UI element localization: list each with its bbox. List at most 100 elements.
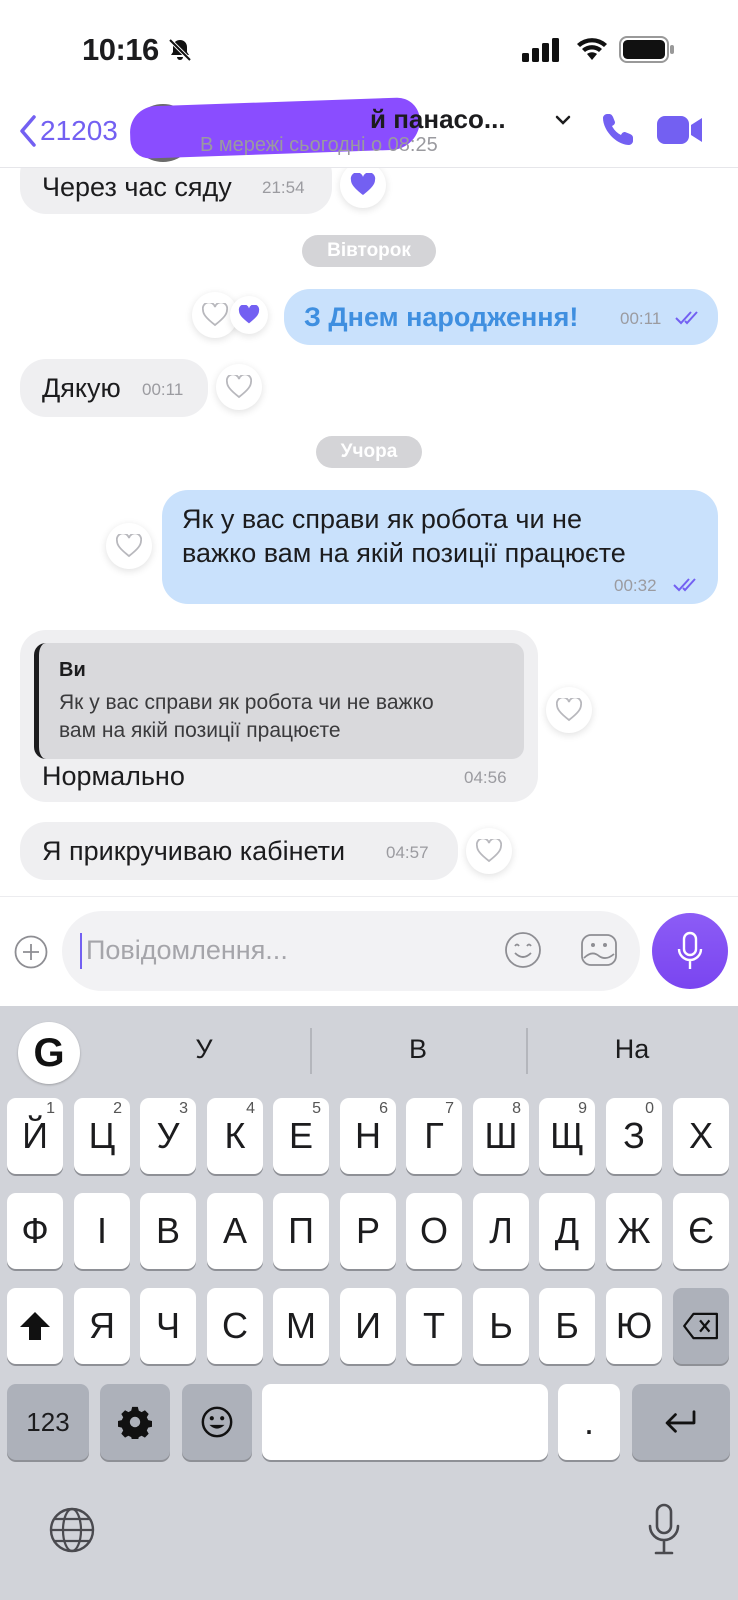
chevron-down-icon[interactable] <box>554 114 572 126</box>
numbers-key[interactable]: 123 <box>7 1384 89 1460</box>
back-button[interactable]: 21203 <box>18 112 118 150</box>
read-ticks-icon <box>673 578 696 592</box>
reaction-button[interactable] <box>546 687 592 733</box>
key-row2[interactable]: О <box>406 1193 462 1269</box>
key-number-hint: 5 <box>312 1100 321 1117</box>
key-label: Х <box>688 1115 713 1156</box>
outgoing-message[interactable]: Як у вас справи як робота чи не важко ва… <box>162 490 718 604</box>
reaction-button[interactable] <box>340 168 386 208</box>
gboard-g-icon[interactable]: G <box>18 1022 80 1084</box>
reaction-button[interactable] <box>216 364 262 410</box>
backspace-key[interactable] <box>673 1288 729 1364</box>
key-row1[interactable]: У3 <box>140 1098 196 1174</box>
settings-key[interactable] <box>100 1384 170 1460</box>
emoji-icon[interactable] <box>504 931 542 969</box>
message-text: Я прикручиваю кабінети <box>42 836 346 866</box>
period-key[interactable]: . <box>558 1384 620 1460</box>
suggestion-divider <box>526 1028 528 1074</box>
key-row1[interactable]: Ш8 <box>473 1098 529 1174</box>
heart-outline-icon <box>476 839 502 863</box>
key-row3[interactable]: С <box>207 1288 263 1364</box>
status-time: 10:16 <box>82 32 159 67</box>
heart-outline-icon <box>116 534 142 558</box>
key-row2[interactable]: І <box>74 1193 130 1269</box>
key-row1[interactable]: Н6 <box>340 1098 396 1174</box>
message-time: 21:54 <box>262 178 305 197</box>
globe-icon[interactable] <box>48 1506 96 1554</box>
key-row3[interactable]: Ю <box>606 1288 662 1364</box>
key-row2[interactable]: В <box>140 1193 196 1269</box>
key-row2[interactable]: Л <box>473 1193 529 1269</box>
suggestion-2[interactable]: В <box>358 1034 478 1065</box>
sticker-icon[interactable] <box>580 931 618 969</box>
key-row1[interactable]: Щ9 <box>539 1098 595 1174</box>
key-row3[interactable]: Т <box>406 1288 462 1364</box>
space-key[interactable] <box>262 1384 548 1460</box>
heart-outline-icon <box>226 375 252 399</box>
wifi-icon <box>577 38 607 60</box>
key-row3[interactable]: И <box>340 1288 396 1364</box>
key-row2[interactable]: А <box>207 1193 263 1269</box>
message-text: Через час сяду <box>42 172 232 202</box>
key-row1[interactable]: З0 <box>606 1098 662 1174</box>
voice-message-button[interactable] <box>652 913 728 989</box>
message-text-line: важко вам на якій позиції працюєте <box>182 538 626 568</box>
contact-name[interactable]: й панасо... <box>370 104 506 135</box>
keyboard: G У В На Й1 Ц2 У3 К4 Е5 Н6 Г7 Ш8 Щ9 З0 Х… <box>0 1006 738 1600</box>
shift-key[interactable] <box>7 1288 63 1364</box>
key-row1[interactable]: Й1 <box>7 1098 63 1174</box>
incoming-message[interactable]: Дякую 00:11 <box>20 359 208 417</box>
incoming-message[interactable]: Через час сяду 21:54 <box>20 168 332 214</box>
key-row2[interactable]: Р <box>340 1193 396 1269</box>
incoming-message[interactable]: Я прикручиваю кабінети 04:57 <box>20 822 458 880</box>
heart-outline-icon <box>556 698 582 722</box>
key-row2[interactable]: Ф <box>7 1193 63 1269</box>
suggestion-3[interactable]: На <box>572 1034 692 1065</box>
key-row1[interactable]: Г7 <box>406 1098 462 1174</box>
outgoing-message[interactable]: З Днем народження! 00:11 <box>284 289 718 345</box>
day-separator: Вівторок <box>302 235 436 267</box>
key-row3[interactable]: Ь <box>473 1288 529 1364</box>
reaction-button[interactable] <box>106 523 152 569</box>
message-time: 04:56 <box>464 768 507 787</box>
phone-call-icon[interactable] <box>600 110 638 148</box>
text-caret <box>80 933 82 969</box>
key-number-hint: 9 <box>578 1100 587 1117</box>
reaction-badge[interactable] <box>230 296 268 334</box>
key-row2[interactable]: Ж <box>606 1193 662 1269</box>
read-ticks-icon <box>675 311 698 325</box>
key-label: К <box>224 1115 246 1156</box>
key-row2[interactable]: Є <box>673 1193 729 1269</box>
emoji-icon <box>201 1406 233 1438</box>
key-row1[interactable]: Х <box>673 1098 729 1174</box>
key-row1[interactable]: Е5 <box>273 1098 329 1174</box>
key-row3[interactable]: М <box>273 1288 329 1364</box>
message-input[interactable]: Повідомлення... <box>62 911 640 991</box>
key-label: У <box>156 1115 180 1156</box>
key-row1[interactable]: К4 <box>207 1098 263 1174</box>
quote-author: Ви <box>59 659 86 681</box>
message-list[interactable]: Через час сяду 21:54 Вівторок З Днем нар… <box>0 168 738 896</box>
message-text: Нормально <box>42 761 185 791</box>
unread-count: 21203 <box>40 115 118 146</box>
suggestion-divider <box>310 1028 312 1074</box>
reaction-button[interactable] <box>466 828 512 874</box>
return-key[interactable] <box>632 1384 730 1460</box>
message-text: З Днем народження! <box>304 302 579 332</box>
plus-icon[interactable] <box>14 935 48 969</box>
dictation-microphone-icon[interactable] <box>646 1502 682 1558</box>
key-row3[interactable]: Ч <box>140 1288 196 1364</box>
video-call-icon[interactable] <box>656 112 704 148</box>
emoji-key[interactable] <box>182 1384 252 1460</box>
key-number-hint: 8 <box>512 1100 521 1117</box>
quoted-message[interactable]: Ви Як у вас справи як робота чи не важко… <box>34 643 524 759</box>
key-row3[interactable]: Я <box>74 1288 130 1364</box>
key-number-hint: 7 <box>445 1100 454 1117</box>
key-row2[interactable]: П <box>273 1193 329 1269</box>
key-row3[interactable]: Б <box>539 1288 595 1364</box>
suggestion-1[interactable]: У <box>144 1034 264 1065</box>
key-number-hint: 4 <box>246 1100 255 1117</box>
key-row2[interactable]: Д <box>539 1193 595 1269</box>
key-row1[interactable]: Ц2 <box>74 1098 130 1174</box>
message-time: 00:11 <box>142 380 184 399</box>
